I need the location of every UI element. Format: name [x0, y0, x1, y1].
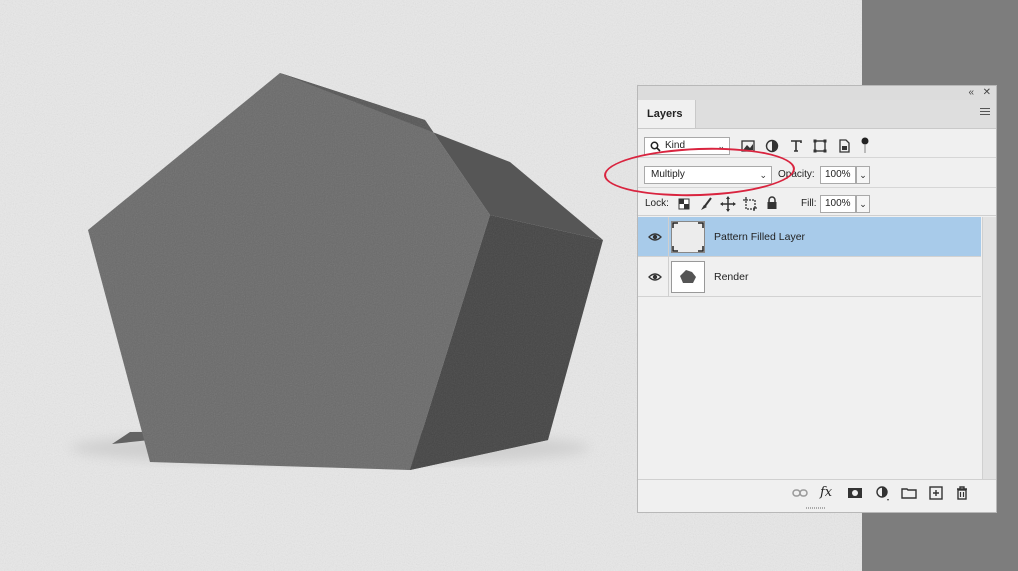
- folder-icon[interactable]: [901, 485, 917, 501]
- lock-label: Lock:: [645, 198, 669, 209]
- hamburger-menu-icon[interactable]: [980, 108, 990, 118]
- adjustment-filter-icon[interactable]: [764, 138, 780, 154]
- tab-layers[interactable]: Layers: [638, 100, 696, 128]
- pattern-layer-thumbnail[interactable]: [671, 221, 705, 253]
- lock-all-icon[interactable]: [764, 195, 780, 211]
- layers-footer: fx: [638, 479, 996, 506]
- layer-name[interactable]: Render: [714, 257, 748, 297]
- lock-position-icon[interactable]: [720, 196, 736, 212]
- lock-image-pixels-icon[interactable]: [698, 196, 714, 212]
- panel-title-bar: « ✕: [638, 86, 996, 100]
- fill-input[interactable]: 100%: [820, 195, 856, 213]
- shape-filter-icon[interactable]: [812, 138, 828, 154]
- panel-tab-row: Layers: [638, 100, 996, 129]
- layers-scrollbar[interactable]: [982, 217, 996, 479]
- eye-icon[interactable]: [648, 270, 662, 284]
- type-filter-icon[interactable]: [788, 138, 804, 154]
- lock-transparent-pixels-icon[interactable]: [676, 196, 692, 212]
- mask-icon[interactable]: [847, 485, 863, 501]
- layer-divider: [668, 257, 669, 297]
- fx-icon[interactable]: fx: [820, 485, 836, 501]
- filter-toggle-icon[interactable]: [860, 136, 870, 156]
- trash-icon[interactable]: [954, 485, 970, 501]
- eye-icon[interactable]: [648, 230, 662, 244]
- double-chevron-left-icon[interactable]: «: [968, 86, 974, 100]
- new-layer-icon[interactable]: [928, 485, 944, 501]
- layer-divider: [668, 217, 669, 257]
- link-icon[interactable]: [792, 485, 808, 501]
- fill-dropdown-button[interactable]: ⌄: [856, 195, 870, 213]
- fill-label: Fill:: [801, 198, 817, 209]
- opacity-input[interactable]: 100%: [820, 166, 856, 184]
- opacity-dropdown-button[interactable]: ⌄: [856, 166, 870, 184]
- lock-artboard-icon[interactable]: [742, 196, 758, 212]
- layers-list: Pattern Filled Layer Render: [638, 217, 981, 479]
- layer-row-render[interactable]: Render: [638, 257, 981, 297]
- layer-name[interactable]: Pattern Filled Layer: [714, 217, 805, 257]
- smart-object-filter-icon[interactable]: [836, 138, 852, 154]
- adjustment-layer-icon[interactable]: [875, 485, 891, 501]
- layer-row-pattern-filled[interactable]: Pattern Filled Layer: [638, 217, 981, 257]
- search-icon: [650, 141, 661, 152]
- close-icon[interactable]: ✕: [983, 86, 991, 100]
- render-layer-thumbnail[interactable]: [671, 261, 705, 293]
- resize-grip-icon[interactable]: [806, 506, 826, 510]
